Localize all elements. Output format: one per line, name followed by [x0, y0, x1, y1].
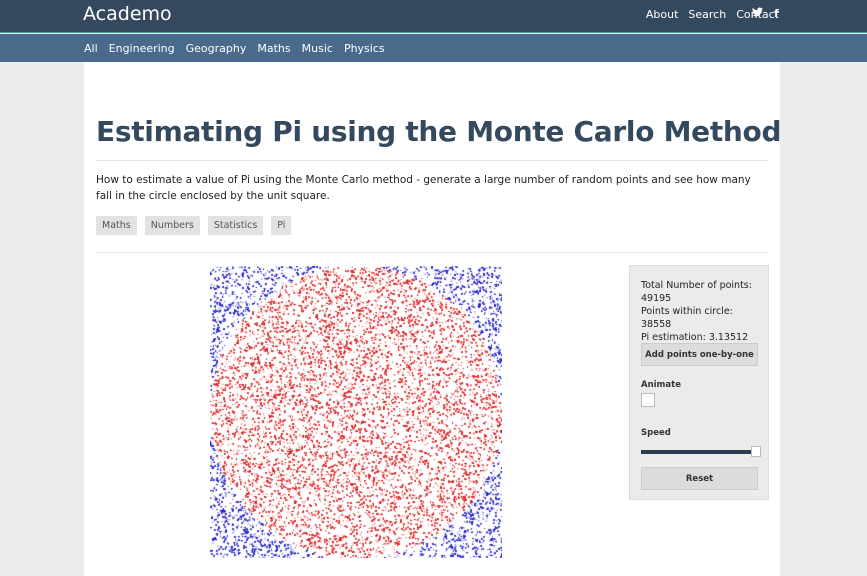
- divider: [96, 160, 768, 161]
- inside-points-text: Points within circle: 38558: [641, 306, 733, 330]
- nav-about-link[interactable]: About: [646, 8, 679, 21]
- category-bar: All Engineering Geography Maths Music Ph…: [0, 34, 867, 62]
- monte-carlo-canvas: [210, 266, 502, 558]
- speed-slider-track: [641, 450, 753, 454]
- facebook-icon[interactable]: f: [774, 7, 779, 20]
- tag-maths[interactable]: Maths: [96, 216, 137, 235]
- nav-search-link[interactable]: Search: [688, 8, 726, 21]
- animate-label: Animate: [641, 380, 681, 390]
- speed-slider-thumb[interactable]: [751, 446, 761, 457]
- total-points-value: 49195: [641, 293, 672, 304]
- top-navbar: Academo About Search Contact f: [0, 0, 867, 33]
- category-all[interactable]: All: [84, 42, 98, 55]
- tag-numbers[interactable]: Numbers: [144, 216, 200, 235]
- tag-list: Maths Numbers Statistics Pi: [96, 216, 292, 235]
- category-geography[interactable]: Geography: [186, 42, 247, 55]
- tag-pi[interactable]: Pi: [271, 216, 292, 235]
- total-points-label: Total Number of points:: [641, 280, 752, 291]
- control-panel: Total Number of points: 49195 Points wit…: [629, 265, 769, 500]
- category-physics[interactable]: Physics: [344, 42, 385, 55]
- tag-statistics[interactable]: Statistics: [207, 216, 264, 235]
- category-engineering[interactable]: Engineering: [109, 42, 175, 55]
- twitter-icon[interactable]: [752, 7, 763, 20]
- category-music[interactable]: Music: [302, 42, 333, 55]
- category-list: All Engineering Geography Maths Music Ph…: [84, 42, 385, 55]
- stats-readout: Total Number of points: 49195 Points wit…: [641, 279, 765, 344]
- speed-slider[interactable]: [641, 446, 761, 457]
- reset-button[interactable]: Reset: [641, 467, 758, 490]
- main-content: Estimating Pi using the Monte Carlo Meth…: [84, 62, 782, 576]
- category-maths[interactable]: Maths: [257, 42, 290, 55]
- speed-label: Speed: [641, 428, 671, 438]
- article-description: How to estimate a value of Pi using the …: [96, 174, 751, 202]
- site-logo[interactable]: Academo: [83, 3, 172, 25]
- add-points-button[interactable]: Add points one-by-one: [641, 343, 758, 366]
- animate-checkbox[interactable]: [641, 393, 655, 407]
- divider: [96, 252, 768, 253]
- page-title: Estimating Pi using the Monte Carlo Meth…: [96, 115, 782, 148]
